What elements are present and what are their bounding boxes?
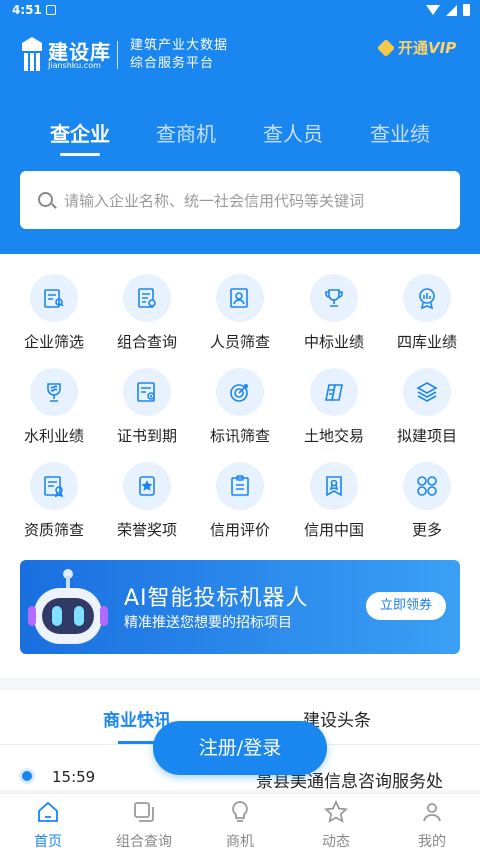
honor-card-icon xyxy=(123,462,171,510)
logo: 建设库 Jianshku.com xyxy=(20,35,112,73)
search-tabs: 查企业 查商机 查人员 查业绩 xyxy=(0,118,480,158)
target-icon xyxy=(216,368,264,416)
tab-underline xyxy=(60,153,100,156)
battery-icon xyxy=(463,4,470,16)
grid-item-qualification[interactable]: 资质筛查 xyxy=(6,442,102,539)
layers-icon xyxy=(403,368,451,416)
status-bar: 4:51 xyxy=(0,0,480,22)
grid-item-label: 信用评价 xyxy=(209,521,270,539)
grid-item-person-search[interactable]: 人员筛查 xyxy=(192,254,288,351)
ai-banner-title: AI智能投标机器人 xyxy=(124,586,309,611)
vip-button[interactable]: 开通VIP xyxy=(376,37,457,58)
nav-profile[interactable]: 我的 xyxy=(384,794,480,853)
signal-icon xyxy=(446,4,457,16)
grid-item-land[interactable]: 土地交易 xyxy=(286,348,382,445)
grid-item-label: 更多 xyxy=(411,521,442,539)
logo-domain: Jianshku.com xyxy=(48,61,101,70)
home-icon xyxy=(38,801,58,822)
status-icons xyxy=(426,4,470,16)
nav-dynamics[interactable]: 动态 xyxy=(288,794,384,853)
hero-header: 建设库 Jianshku.com 建筑产业大数据 综合服务平台 开通VIP 查企… xyxy=(0,22,480,254)
grid-item-label: 信用中国 xyxy=(303,521,364,539)
grid-item-credit-china[interactable]: 信用中国 xyxy=(286,442,382,539)
nav-label: 我的 xyxy=(418,834,446,850)
grid-item-four-libs[interactable]: 四库业绩 xyxy=(379,254,475,351)
register-login-button[interactable]: 注册/登录 xyxy=(153,721,327,775)
user-icon xyxy=(423,803,441,822)
notification-icon xyxy=(46,5,56,15)
grid-item-combo-query[interactable]: 组合查询 xyxy=(99,254,195,351)
person-search-icon xyxy=(216,274,264,322)
logo-divider xyxy=(117,41,118,69)
bottom-nav: 首页 组合查询 商机 动态 我的 xyxy=(0,793,480,853)
tab-personnel[interactable]: 查人员 xyxy=(243,118,343,147)
news-time: 15:59 xyxy=(52,768,96,786)
vip-crown-icon xyxy=(376,38,396,57)
grid-item-company-filter[interactable]: 企业筛选 xyxy=(6,254,102,351)
company-filter-icon xyxy=(30,274,78,322)
slogan: 建筑产业大数据 综合服务平台 xyxy=(130,37,228,73)
nav-label: 组合查询 xyxy=(116,834,172,850)
vip-label: 开通 xyxy=(398,39,429,57)
tab-opportunity[interactable]: 查商机 xyxy=(136,118,236,147)
grid-item-label: 荣誉奖项 xyxy=(116,521,177,539)
grid-item-cert-expiry[interactable]: 证书到期 xyxy=(99,348,195,445)
star-icon xyxy=(324,800,348,823)
water-trophy-icon xyxy=(30,368,78,416)
more-grid-icon xyxy=(403,462,451,510)
combo-query-icon xyxy=(123,274,171,322)
credit-badge-icon xyxy=(310,462,358,510)
robot-icon xyxy=(28,569,108,644)
search-placeholder: 请输入企业名称、统一社会信用代码等关键词 xyxy=(64,192,365,210)
nav-label: 动态 xyxy=(322,834,350,850)
slogan-line1: 建筑产业大数据 xyxy=(130,38,229,53)
grid-item-planned[interactable]: 拟建项目 xyxy=(379,348,475,445)
claim-coupon-button[interactable]: 立即领券 xyxy=(366,592,446,620)
grid-item-bid-screen[interactable]: 标讯筛查 xyxy=(192,348,288,445)
bulb-icon xyxy=(232,801,248,822)
grid-item-bid-win[interactable]: 中标业绩 xyxy=(286,254,382,351)
timeline-dot xyxy=(22,771,32,781)
ai-bid-robot-banner[interactable]: AI智能投标机器人 精准推送您想要的招标项目 立即领券 xyxy=(20,560,460,654)
certificate-icon xyxy=(123,368,171,416)
grid-item-honor[interactable]: 荣誉奖项 xyxy=(99,442,195,539)
vip-suffix: VIP xyxy=(428,39,457,57)
search-icon xyxy=(38,192,53,207)
chart-badge-icon xyxy=(403,274,451,322)
ai-banner-subtitle: 精准推送您想要的招标项目 xyxy=(124,615,292,631)
tab-company[interactable]: 查企业 xyxy=(30,118,130,147)
grid-item-water[interactable]: 水利业绩 xyxy=(6,348,102,445)
clipboard-icon xyxy=(216,462,264,510)
wifi-icon xyxy=(426,5,440,15)
search-input[interactable]: 请输入企业名称、统一社会信用代码等关键词 xyxy=(20,171,460,229)
land-icon xyxy=(310,368,358,416)
nav-home[interactable]: 首页 xyxy=(0,794,96,853)
qualification-icon xyxy=(30,462,78,510)
logo-mark-icon xyxy=(22,37,42,71)
combo-icon xyxy=(134,802,154,822)
trophy-icon xyxy=(310,274,358,322)
status-time: 4:51 xyxy=(12,3,42,17)
slogan-line2: 综合服务平台 xyxy=(130,56,215,71)
grid-item-credit-eval[interactable]: 信用评价 xyxy=(192,442,288,539)
nav-opportunity[interactable]: 商机 xyxy=(192,794,288,853)
nav-combo-query[interactable]: 组合查询 xyxy=(96,794,192,853)
grid-item-more[interactable]: 更多 xyxy=(379,442,475,539)
nav-label: 首页 xyxy=(34,834,62,850)
tab-performance[interactable]: 查业绩 xyxy=(350,118,450,147)
grid-item-label: 资质筛查 xyxy=(23,521,84,539)
nav-label: 商机 xyxy=(226,834,254,850)
